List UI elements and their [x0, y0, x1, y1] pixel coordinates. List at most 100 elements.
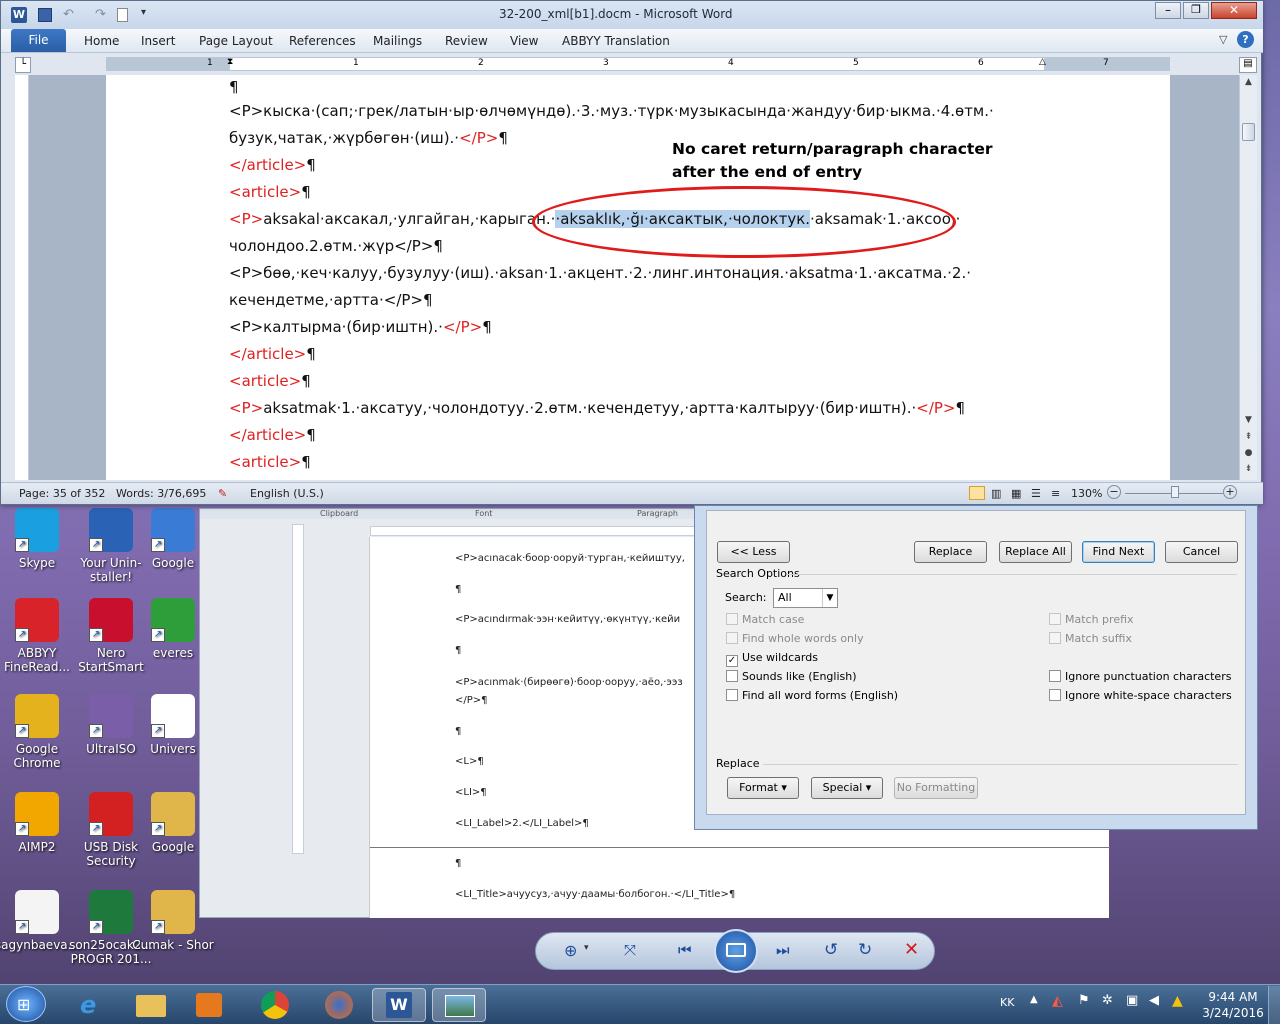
close-button[interactable]: ✕: [1211, 2, 1257, 19]
browse-object-icon[interactable]: ●: [1241, 448, 1256, 462]
taskbar-word[interactable]: W: [372, 988, 426, 1022]
document-line[interactable]: <P>бөө,·кеч·калуу,·бузулуу·(иш).·aksan·1…: [229, 264, 971, 282]
help-icon[interactable]: ?: [1237, 31, 1254, 48]
volume-icon[interactable]: ◀: [1149, 993, 1159, 1008]
document-line[interactable]: <article>¶: [229, 453, 311, 471]
wildcards-checkbox-checked[interactable]: ✓: [726, 655, 738, 667]
taskbar-firefox[interactable]: [312, 988, 366, 1022]
zoom-slider-thumb[interactable]: [1171, 486, 1179, 498]
page-count[interactable]: Page: 35 of 352: [19, 487, 105, 500]
zoom-dropdown-icon[interactable]: ▾: [584, 943, 589, 953]
tab-review[interactable]: Review: [445, 34, 488, 48]
outline-icon[interactable]: ☰: [1031, 487, 1041, 500]
view-ruler-icon[interactable]: ▤: [1239, 57, 1257, 73]
document-line[interactable]: </article>¶: [229, 426, 316, 444]
document-line[interactable]: <P>калтырма·(бир·иштн).·</P>¶: [229, 318, 492, 336]
settings-tray-icon[interactable]: ✲: [1102, 993, 1113, 1008]
rotate-left-icon[interactable]: ↺: [824, 940, 838, 960]
zoom-in-icon[interactable]: +: [1223, 485, 1237, 499]
match-prefix-option[interactable]: Match prefix: [1049, 613, 1134, 626]
replace-all-button[interactable]: Replace All: [999, 541, 1072, 563]
left-indent-marker-icon[interactable]: ⧗: [227, 57, 233, 67]
print-layout-icon[interactable]: [969, 486, 985, 500]
ignore-punctuation-checkbox[interactable]: [1049, 670, 1061, 682]
new-document-icon[interactable]: [117, 8, 128, 22]
document-line[interactable]: <article>¶: [229, 372, 311, 390]
tab-mailings[interactable]: Mailings: [373, 34, 422, 48]
undo-icon[interactable]: ↶: [63, 7, 74, 22]
language-bar[interactable]: KK: [1000, 996, 1014, 1009]
web-layout-icon[interactable]: ▦: [1011, 487, 1021, 500]
customize-qat-icon[interactable]: ▾: [141, 7, 146, 18]
vertical-scrollbar[interactable]: ▲ ▼ ⇞ ● ⇟: [1239, 75, 1257, 480]
actual-size-icon[interactable]: ⤧: [624, 941, 636, 959]
taskbar-explorer[interactable]: [124, 988, 178, 1022]
taskbar-chrome[interactable]: [248, 988, 302, 1022]
full-screen-reading-icon[interactable]: ▥: [991, 487, 1001, 500]
format-button[interactable]: Format ▾: [727, 777, 799, 799]
document-line[interactable]: <article>¶: [229, 183, 311, 201]
antivirus-icon[interactable]: ◭: [1052, 993, 1063, 1009]
special-button[interactable]: Special ▾: [811, 777, 883, 799]
redo-icon[interactable]: ↷: [95, 7, 106, 22]
flag-icon[interactable]: ⚑: [1078, 993, 1090, 1008]
match-prefix-checkbox[interactable]: [1049, 613, 1061, 625]
horizontal-ruler[interactable]: ⧗ 1 1 2 3 4 5 6 7 △: [106, 57, 1170, 71]
zoom-icon[interactable]: ⊕: [564, 941, 577, 960]
sounds-like-checkbox[interactable]: [726, 670, 738, 682]
cancel-button[interactable]: Cancel: [1165, 541, 1238, 563]
taskbar-internet-explorer[interactable]: e: [66, 988, 120, 1022]
show-desktop-button[interactable]: [1268, 986, 1280, 1024]
tab-page-layout[interactable]: Page Layout: [199, 34, 273, 48]
network-icon[interactable]: ▣: [1126, 993, 1138, 1008]
right-indent-marker-icon[interactable]: △: [1039, 57, 1046, 67]
scroll-down-icon[interactable]: ▼: [1241, 415, 1256, 429]
match-case-option[interactable]: Match case: [726, 613, 804, 626]
previous-icon[interactable]: ⏮: [678, 941, 692, 959]
next-page-icon[interactable]: ⇟: [1241, 464, 1256, 478]
ignore-whitespace-checkbox[interactable]: [1049, 689, 1061, 701]
start-button[interactable]: ⊞: [6, 986, 46, 1022]
sounds-like-option[interactable]: Sounds like (English): [726, 670, 857, 683]
rotate-right-icon[interactable]: ↻: [858, 940, 872, 960]
search-direction-select[interactable]: All ▼: [773, 588, 838, 608]
match-suffix-option[interactable]: Match suffix: [1049, 632, 1132, 645]
language-indicator[interactable]: English (U.S.): [250, 487, 324, 500]
taskbar-media-player[interactable]: [182, 988, 236, 1022]
tray-expand-icon[interactable]: ▲: [1030, 994, 1038, 1005]
document-line[interactable]: ¶: [229, 78, 239, 96]
less-button[interactable]: << Less: [717, 541, 790, 563]
draft-icon[interactable]: ≡: [1051, 487, 1060, 500]
zoom-level[interactable]: 130%: [1071, 487, 1102, 500]
next-icon[interactable]: ⏭: [776, 941, 790, 959]
tab-references[interactable]: References: [289, 34, 356, 48]
tray-clock[interactable]: 9:44 AM 3/24/2016: [1200, 989, 1266, 1021]
document-line[interactable]: </article>¶: [229, 345, 316, 363]
minimize-button[interactable]: –: [1155, 2, 1181, 19]
taskbar-photo-viewer[interactable]: [432, 988, 486, 1022]
word-forms-option[interactable]: Find all word forms (English): [726, 689, 898, 702]
scroll-up-icon[interactable]: ▲: [1241, 77, 1256, 91]
google-drive-icon[interactable]: ▲: [1172, 993, 1183, 1009]
slideshow-button[interactable]: [714, 929, 758, 973]
ignore-punctuation-option[interactable]: Ignore punctuation characters: [1049, 670, 1231, 683]
replace-button[interactable]: Replace: [914, 541, 987, 563]
save-icon[interactable]: [38, 8, 52, 22]
document-line[interactable]: <P>aksatmak·1.·аксатуу,·чолондотуу.·2.өт…: [229, 399, 965, 417]
tab-view[interactable]: View: [510, 34, 538, 48]
document-line[interactable]: чолондоо.2.өтм.·жүр</P>¶: [229, 237, 443, 255]
restore-button[interactable]: ❐: [1183, 2, 1209, 19]
zoom-out-icon[interactable]: −: [1107, 485, 1121, 499]
match-suffix-checkbox[interactable]: [1049, 632, 1061, 644]
document-line[interactable]: <P>кыска·(сап;·грек/латын·ыр·өлчөмүндө).…: [229, 102, 994, 120]
tab-selector-button[interactable]: └: [15, 57, 31, 73]
match-case-checkbox[interactable]: [726, 613, 738, 625]
whole-words-checkbox[interactable]: [726, 632, 738, 644]
scroll-thumb[interactable]: [1242, 123, 1255, 141]
previous-page-icon[interactable]: ⇞: [1241, 432, 1256, 446]
document-line[interactable]: бузук,чатак,·жүрбөгөн·(иш).·</P>¶: [229, 129, 508, 147]
document-line[interactable]: </article>¶: [229, 156, 316, 174]
proofing-icon[interactable]: ✎: [218, 487, 227, 500]
tab-abbyy-translation[interactable]: ABBYY Translation: [562, 34, 670, 48]
tab-file[interactable]: File: [11, 29, 66, 52]
